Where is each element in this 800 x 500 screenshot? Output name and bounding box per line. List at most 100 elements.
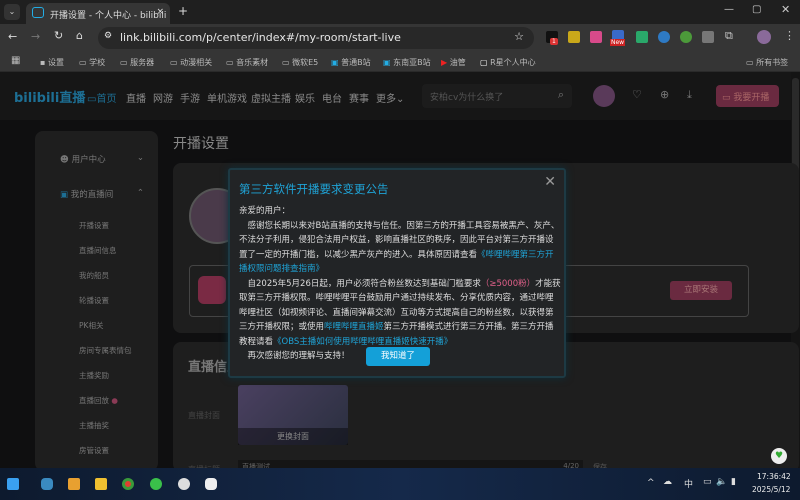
tab-list-button[interactable]: ⌄ — [4, 4, 20, 20]
volume-icon[interactable]: 🔈 — [716, 477, 727, 487]
bookmark-folder[interactable]: ▭ 动漫相关 — [170, 57, 212, 68]
extensions-puzzle-icon[interactable]: ⧉ — [725, 29, 733, 43]
sidebar-item-room-info[interactable]: 直播间信息 — [79, 245, 117, 256]
new-tab-button[interactable]: + — [178, 4, 188, 18]
sidebar-item-rotation[interactable]: 轮播设置 — [79, 295, 109, 306]
bilibili-live-logo[interactable]: bilibili直播 — [14, 87, 85, 106]
paragraph-2: 自2025年5月26日起，用户必须符合粉丝数达到基础门槛要求（≥5000粉）才能… — [239, 278, 561, 347]
search-input[interactable]: 安柏cv为什么换了 ⌕ — [422, 84, 572, 108]
download-icon[interactable]: ⤓ — [687, 88, 692, 102]
file-explorer-icon[interactable] — [95, 478, 107, 490]
sidebar-item-lottery[interactable]: 主播抽奖 — [79, 420, 109, 431]
bookmark-folder[interactable]: ▭ 微软E5 — [282, 57, 318, 68]
bookmark-item[interactable]: ▢ R星个人中心 — [480, 57, 536, 68]
profile-avatar[interactable] — [757, 30, 771, 44]
nav-live[interactable]: 直播 — [126, 90, 146, 105]
start-live-button[interactable]: ▭ 我要开播 — [716, 85, 779, 107]
extension-icon[interactable] — [568, 31, 580, 43]
clock-date[interactable]: 2025/5/12 — [752, 485, 790, 494]
sidebar-item-moderators[interactable]: 房管设置 — [79, 445, 109, 456]
nav-vtuber[interactable]: 虚拟主播 — [251, 90, 291, 105]
browser-tab[interactable]: 开播设置 - 个人中心 - bilibili l × — [26, 3, 170, 24]
nav-home[interactable]: ▭首页 — [87, 90, 116, 105]
url-text: link.bilibili.com/p/center/index#/my-roo… — [120, 31, 401, 44]
bookmark-star-icon[interactable]: ☆ — [514, 30, 524, 43]
extension-icon[interactable] — [590, 31, 602, 43]
onedrive-icon[interactable]: ☁ — [663, 477, 672, 487]
sidebar-item-crew[interactable]: 我的船员 — [79, 270, 109, 281]
chrome-icon[interactable] — [122, 478, 134, 490]
nav-online-games[interactable]: 网游 — [153, 90, 173, 105]
sidebar-item-emotes[interactable]: 房间专属表情包 — [79, 345, 132, 356]
extension-icon[interactable] — [658, 31, 670, 43]
sidebar-item-replay[interactable]: 直播回放 ● — [79, 395, 118, 406]
address-bar[interactable]: ⚙ link.bilibili.com/p/center/index#/my-r… — [98, 27, 534, 49]
search-icon[interactable]: ⌕ — [558, 88, 564, 102]
user-avatar[interactable] — [593, 85, 615, 107]
bookmarks-bar: ▦ ▪ 设置 ▭ 学校 ▭ 服务器 ▭ 动漫相关 ▭ 音乐素材 ▭ 微软E5 ▣… — [0, 52, 800, 72]
qq-icon[interactable] — [205, 478, 217, 490]
wechat-icon[interactable] — [150, 478, 162, 490]
upload-icon[interactable]: ⊕ — [660, 88, 669, 101]
obs-tutorial-link[interactable]: 《OBS主播如何使用哔哩哔哩直播姬快速开播》 — [273, 337, 452, 347]
sidebar-my-room[interactable]: ▣ 我的直播间 ⌃ — [60, 188, 150, 200]
sidebar-item-rewards[interactable]: 主播奖励 — [79, 370, 109, 381]
bookmark-folder[interactable]: ▭ 学校 — [79, 57, 105, 68]
restore-icon[interactable]: ▢ — [752, 4, 761, 15]
minimize-icon[interactable]: — — [724, 4, 734, 15]
apps-grid-icon[interactable]: ▦ — [11, 55, 20, 66]
store-icon[interactable] — [68, 478, 80, 490]
all-bookmarks-folder[interactable]: ▭ 所有书签 — [746, 57, 788, 68]
announcement-modal: 第三方软件开播要求变更公告 ✕ 亲爱的用户： 感谢您长期以来对B站直播的支持与信… — [228, 168, 566, 378]
change-cover-button[interactable]: 更换封面 — [238, 428, 348, 445]
tab-title: 开播设置 - 个人中心 - bilibili l — [50, 11, 170, 21]
menu-kebab-icon[interactable]: ⋮ — [784, 29, 795, 42]
nav-radio[interactable]: 电台 — [322, 90, 342, 105]
tray-chevron-icon[interactable]: ^ — [647, 478, 655, 488]
clock-time[interactable]: 17:36:42 — [757, 472, 791, 481]
bookmark-folder[interactable]: ▭ 服务器 — [120, 57, 154, 68]
nav-mobile-games[interactable]: 手游 — [180, 90, 200, 105]
battery-icon[interactable]: ▮ — [731, 477, 736, 487]
close-tab-icon[interactable]: × — [156, 7, 164, 17]
back-icon[interactable]: ← — [8, 30, 17, 43]
security-shield-icon[interactable]: ♥ — [771, 448, 787, 464]
paragraph-1: 感谢您长期以来对B站直播的支持与信任。因第三方的开播工具容易被黑产、灰产、不法分… — [239, 220, 560, 275]
confirm-button[interactable]: 我知道了 — [366, 347, 430, 366]
cover-image[interactable]: 更换封面 — [238, 385, 348, 445]
sidebar-item-pk[interactable]: PK相关 — [79, 320, 103, 331]
reload-icon[interactable]: ↻ — [54, 29, 63, 42]
bookmark-item[interactable]: ▣ 东南亚B站 — [383, 57, 431, 68]
bookmark-item[interactable]: ▶ 油管 — [441, 57, 466, 68]
browser-toolbar: ← → ↻ ⌂ ⚙ link.bilibili.com/p/center/ind… — [0, 24, 800, 52]
app-icon[interactable] — [41, 478, 53, 490]
app-icon[interactable] — [178, 478, 190, 490]
favorites-heart-icon[interactable]: ♡ — [632, 88, 642, 101]
close-window-icon[interactable]: ✕ — [781, 3, 790, 16]
bookmark-item[interactable]: ▪ 设置 — [40, 57, 64, 68]
bookmark-item[interactable]: ▣ 普通B站 — [331, 57, 371, 68]
nav-esports[interactable]: 赛事 — [349, 90, 369, 105]
bookmark-folder[interactable]: ▭ 音乐素材 — [226, 57, 268, 68]
extension-icon[interactable] — [702, 31, 714, 43]
nav-entertainment[interactable]: 娱乐 — [295, 90, 315, 105]
nav-more[interactable]: 更多⌄ — [376, 90, 404, 105]
sidebar-user-center[interactable]: ☻ 用户中心 ⌄ — [60, 153, 150, 165]
install-now-button[interactable]: 立即安装 — [670, 281, 732, 300]
nav-single-player[interactable]: 单机游戏 — [207, 90, 247, 105]
sidebar-item-start-live-settings[interactable]: 开播设置 — [79, 220, 109, 231]
extension-badge: 1 — [550, 38, 558, 45]
home-icon[interactable]: ⌂ — [76, 29, 83, 42]
extension-icon[interactable] — [636, 31, 648, 43]
modal-body: 亲爱的用户： 感谢您长期以来对B站直播的支持与信任。因第三方的开播工具容易被黑产… — [239, 204, 561, 364]
site-info-icon[interactable]: ⚙ — [104, 31, 112, 41]
windows-start-icon[interactable] — [7, 478, 19, 490]
extension-icon[interactable] — [680, 31, 692, 43]
network-icon[interactable]: ▭ — [703, 477, 712, 487]
ime-indicator[interactable]: 中 — [684, 477, 693, 490]
extension-new-badge: New — [610, 39, 626, 46]
fan-threshold: （≥5000粉） — [480, 278, 536, 289]
forward-icon[interactable]: → — [31, 30, 40, 43]
livehime-link[interactable]: 哔哩哔哩直播姬 — [324, 322, 384, 332]
close-icon[interactable]: ✕ — [544, 174, 556, 190]
